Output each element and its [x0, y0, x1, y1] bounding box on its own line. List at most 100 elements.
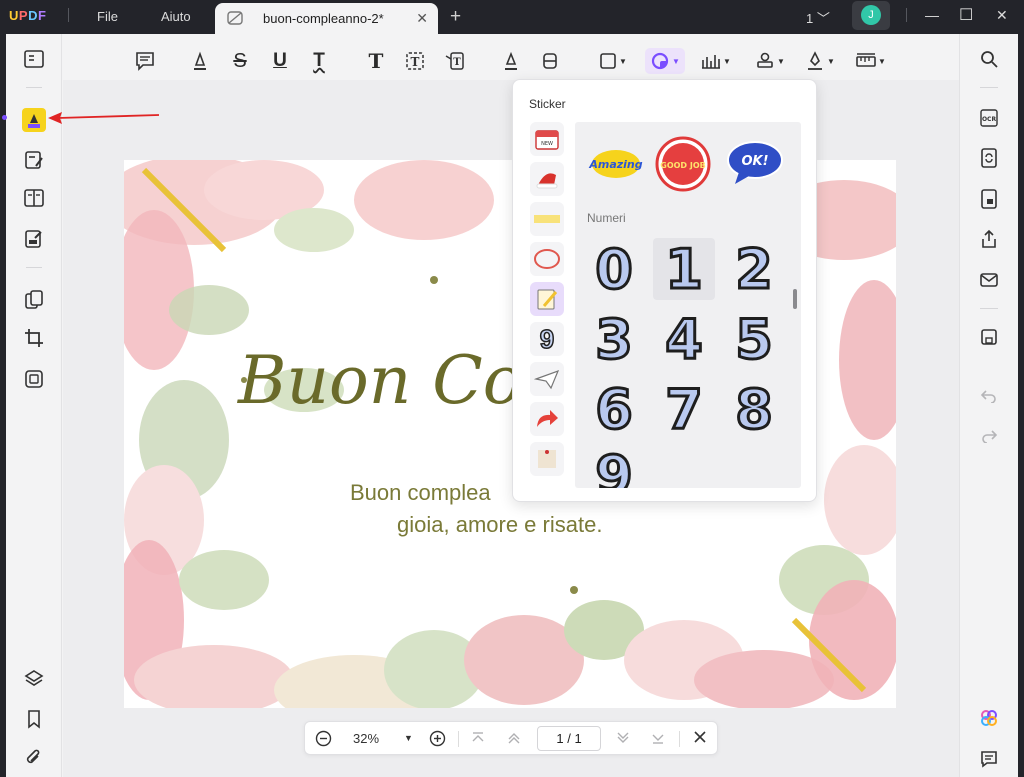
- maximize-button[interactable]: ☐: [959, 5, 973, 25]
- crop-icon[interactable]: [22, 326, 46, 350]
- search-icon[interactable]: [977, 47, 1001, 71]
- layers-icon[interactable]: [22, 666, 46, 690]
- sticker-number-6[interactable]: 6: [583, 376, 645, 442]
- sticker-ok[interactable]: OK!: [725, 138, 785, 188]
- shape-tool[interactable]: ▼: [596, 48, 630, 74]
- eraser-tool[interactable]: [538, 48, 562, 74]
- text-tool[interactable]: T: [364, 48, 388, 74]
- squiggly-tool[interactable]: T: [307, 48, 331, 74]
- menu-file[interactable]: File: [97, 9, 118, 24]
- sticker-number-9[interactable]: 9: [583, 442, 645, 488]
- sticker-tool[interactable]: ▼: [645, 48, 685, 74]
- last-page-icon[interactable]: [651, 731, 665, 748]
- measure-tool[interactable]: ▼: [699, 48, 733, 74]
- sticker-category-christmas[interactable]: [530, 162, 564, 196]
- edit-pdf-icon[interactable]: [22, 148, 46, 172]
- ruler-tool[interactable]: ▼: [854, 48, 888, 74]
- close-window-button[interactable]: ✕: [996, 7, 1008, 24]
- divider: [458, 731, 459, 747]
- sticker-grid: Amazing GOOD JOB OK! Numeri 0 1 2 3 4 5 …: [575, 122, 801, 488]
- strikethrough-tool[interactable]: S: [228, 48, 252, 74]
- page-number-field[interactable]: 1 / 1: [537, 726, 601, 751]
- sticker-number-3[interactable]: 3: [583, 306, 645, 372]
- sticker-number-7[interactable]: 7: [653, 376, 715, 442]
- page-total: 1: [574, 731, 582, 746]
- window-count[interactable]: 1 ﹀: [806, 8, 830, 27]
- updf-logo[interactable]: UPDF: [9, 8, 46, 23]
- document-tab[interactable]: buon-compleanno-2* ✕: [215, 3, 438, 34]
- callout-tool[interactable]: T: [443, 48, 467, 74]
- ai-assistant-icon[interactable]: [977, 706, 1001, 730]
- chevron-down-icon[interactable]: ▼: [404, 733, 413, 743]
- sticker-category-paper-plane[interactable]: [530, 362, 564, 396]
- chevron-down-icon: ▼: [723, 56, 731, 66]
- sticker-number-8[interactable]: 8: [723, 376, 785, 442]
- comments-list-icon[interactable]: [977, 747, 1001, 771]
- minimize-button[interactable]: —: [925, 7, 939, 23]
- sticker-amazing[interactable]: Amazing: [586, 140, 646, 184]
- reader-mode-icon[interactable]: [22, 47, 46, 71]
- sticker-scrollbar[interactable]: [793, 289, 797, 309]
- form-tool-icon[interactable]: [22, 227, 46, 251]
- first-page-icon[interactable]: [471, 731, 485, 748]
- bookmark-icon[interactable]: [22, 707, 46, 731]
- divider: [679, 731, 680, 747]
- attachment-icon[interactable]: [22, 747, 46, 771]
- zoom-bar: 32% ▼ 1 / 1: [304, 721, 718, 755]
- protect-icon[interactable]: [977, 187, 1001, 211]
- sticker-panel: Sticker NEW 9 Amazing GOOD JOB OK! Numer…: [512, 79, 817, 502]
- no-sync-icon: [227, 11, 243, 30]
- ocr-icon[interactable]: OCR: [977, 106, 1001, 130]
- window-count-value: 1: [806, 11, 814, 26]
- page-tools-icon[interactable]: [22, 288, 46, 312]
- close-zoom-bar-icon[interactable]: [693, 730, 707, 747]
- sticker-category-new-year[interactable]: NEW: [530, 122, 564, 156]
- text-box-tool[interactable]: T: [403, 48, 427, 74]
- sticker-number-2[interactable]: 2: [723, 236, 785, 302]
- convert-icon[interactable]: [977, 146, 1001, 170]
- comment-tool-icon[interactable]: [22, 108, 46, 132]
- menu-help[interactable]: Aiuto: [161, 9, 191, 24]
- email-icon[interactable]: [977, 268, 1001, 292]
- updf-window: UPDF File Aiuto buon-compleanno-2* ✕ + 1…: [0, 0, 1024, 777]
- svg-text:OCR: OCR: [982, 116, 997, 123]
- note-tool[interactable]: [133, 48, 157, 74]
- sticker-number-5[interactable]: 5: [723, 306, 785, 372]
- sticker-number-0[interactable]: 0: [583, 236, 645, 302]
- save-icon[interactable]: [977, 325, 1001, 349]
- sticker-category-sticky-note[interactable]: [530, 442, 564, 476]
- zoom-in-icon[interactable]: [429, 730, 446, 750]
- sticker-number-4[interactable]: 4: [653, 306, 715, 372]
- sticker-number-1[interactable]: 1: [653, 236, 715, 302]
- sticker-category-arrow[interactable]: [530, 402, 564, 436]
- page-current: 1: [556, 731, 564, 746]
- zoom-value[interactable]: 32%: [353, 731, 379, 746]
- organize-pages-icon[interactable]: [22, 186, 46, 210]
- compress-icon[interactable]: [22, 367, 46, 391]
- chevron-down-icon: ▼: [619, 56, 627, 66]
- previous-page-icon[interactable]: [507, 731, 521, 748]
- sticker-category-tape[interactable]: [530, 202, 564, 236]
- signature-tool[interactable]: ▼: [803, 48, 837, 74]
- sticker-category-numbers[interactable]: 9: [530, 322, 564, 356]
- close-tab-icon[interactable]: ✕: [416, 10, 428, 27]
- divider: [26, 87, 42, 88]
- undo-icon[interactable]: [977, 384, 1001, 408]
- pencil-tool[interactable]: [499, 48, 523, 74]
- sticker-category-circle[interactable]: [530, 242, 564, 276]
- redo-icon[interactable]: [977, 424, 1001, 448]
- numbers-section-label: Numeri: [587, 211, 626, 225]
- sticker-category-notepad[interactable]: [530, 282, 564, 316]
- avatar-initial: J: [861, 5, 881, 25]
- stamp-tool[interactable]: ▼: [753, 48, 787, 74]
- chevron-down-icon: ▼: [827, 56, 835, 66]
- zoom-out-icon[interactable]: [315, 730, 332, 750]
- new-tab-button[interactable]: +: [450, 6, 461, 28]
- share-icon[interactable]: [977, 227, 1001, 251]
- highlight-tool[interactable]: [188, 48, 212, 74]
- underline-tool[interactable]: U: [268, 48, 292, 74]
- sticker-good-job[interactable]: GOOD JOB: [655, 136, 711, 192]
- avatar[interactable]: J: [852, 1, 890, 30]
- next-page-icon[interactable]: [616, 731, 630, 748]
- divider: [980, 87, 998, 88]
